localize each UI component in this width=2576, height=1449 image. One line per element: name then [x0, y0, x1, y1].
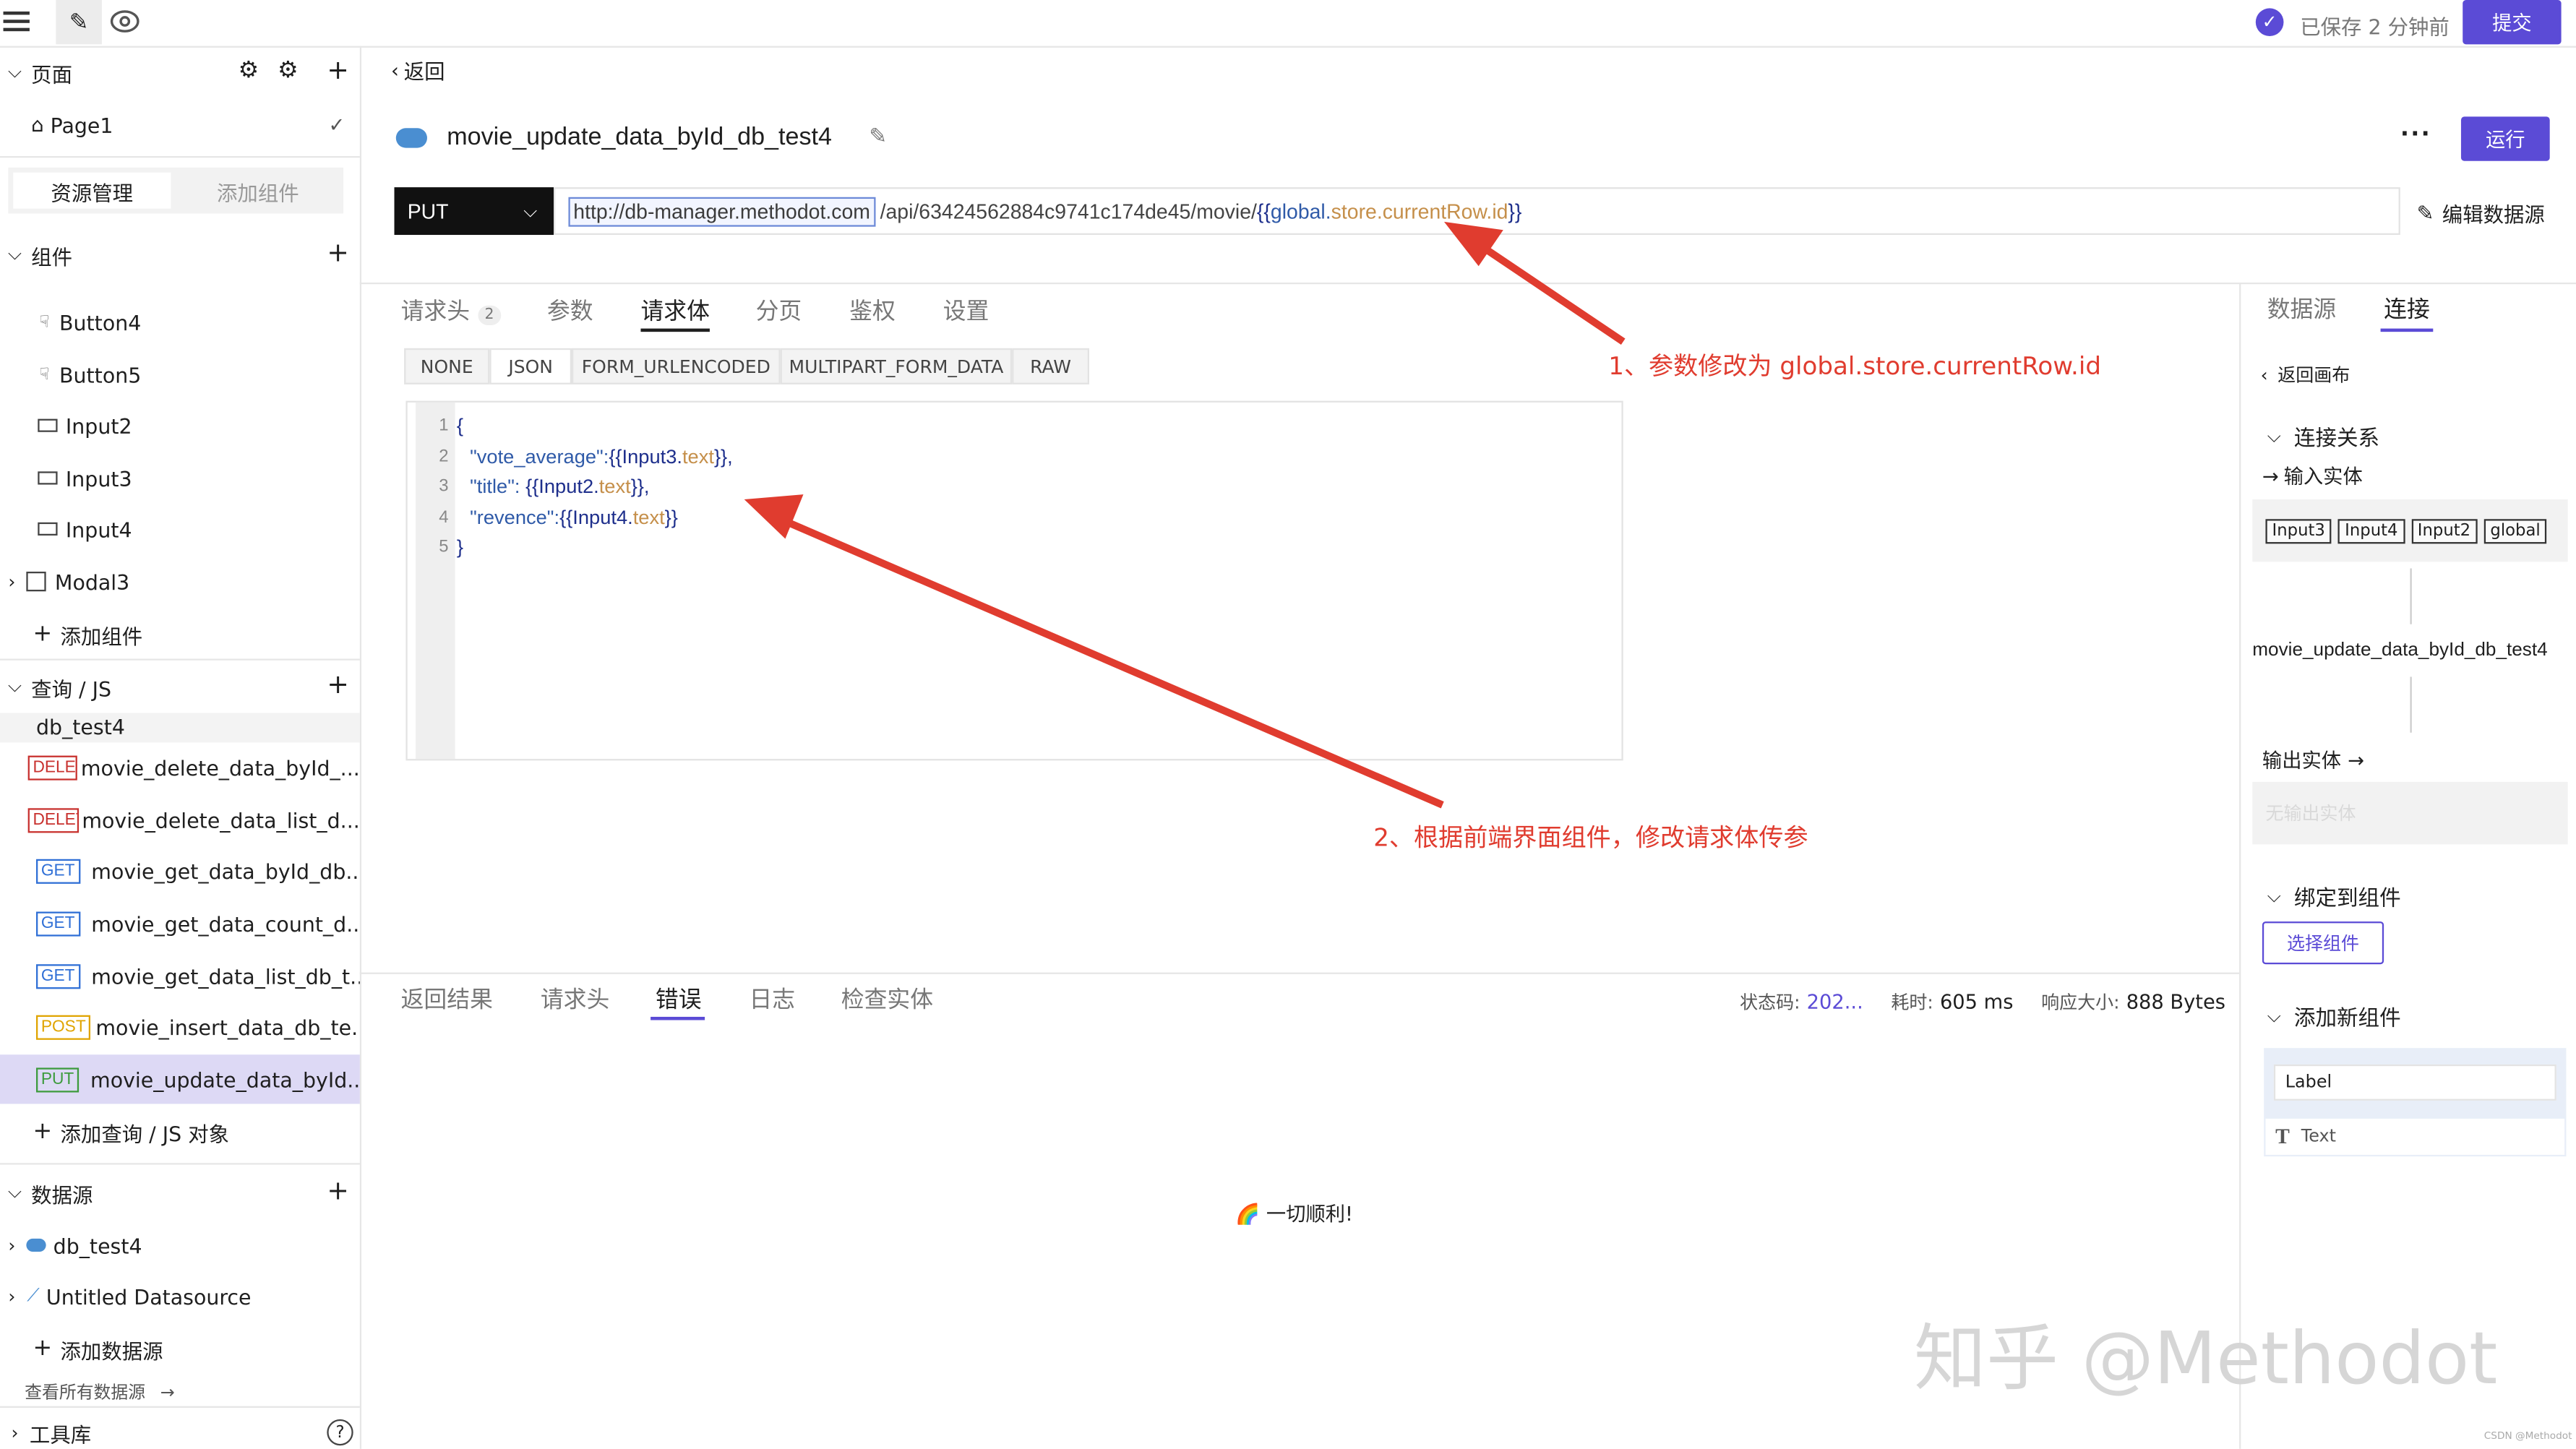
input-chip-input2[interactable]: Input2	[2410, 518, 2478, 543]
back-to-canvas-link[interactable]: ‹ 返回画布	[2261, 361, 2350, 387]
success-message: 🌈 一切顺利!	[1235, 1202, 1353, 1226]
time-label: 耗时:	[1891, 992, 1933, 1014]
result-tab-headers[interactable]: 请求头	[541, 982, 609, 1015]
arrow-right-icon: →	[2262, 464, 2279, 487]
watermark: 知乎 @Methodot	[1914, 1317, 2498, 1401]
annotation-arrows	[744, 221, 1626, 809]
annotation-text-1: 1、参数修改为 global.store.currentRow.id	[1608, 351, 2101, 382]
relations-section-header[interactable]: ⌵ 连接关系	[2267, 421, 2379, 452]
result-tab-inspect[interactable]: 检查实体	[841, 982, 933, 1015]
right-tab-connections[interactable]: 连接	[2384, 293, 2430, 325]
result-tab-errors[interactable]: 错误	[656, 982, 702, 1015]
text-type-icon: T	[2275, 1123, 2290, 1148]
connector-line-bottom	[2410, 676, 2412, 733]
right-tab-datasource[interactable]: 数据源	[2267, 293, 2336, 325]
time-value: 605 ms	[1939, 990, 2014, 1014]
relation-query-name: movie_update_data_byId_db_test4	[2252, 640, 2548, 661]
output-entity-text: 输出实体	[2262, 749, 2342, 773]
status-value: 202...	[1806, 990, 1863, 1014]
input-chip-global[interactable]: global	[2483, 518, 2547, 543]
size-label: 响应大小:	[2041, 992, 2120, 1014]
input-chip-input4[interactable]: Input4	[2338, 518, 2405, 543]
chevron-down-icon: ⌵	[2267, 424, 2281, 447]
annotation-arrow-1	[1464, 233, 1626, 345]
chevron-down-icon: ⌵	[2267, 885, 2281, 906]
result-tab-logs[interactable]: 日志	[749, 982, 795, 1015]
new-component-label-text: Label	[2285, 1072, 2332, 1093]
result-tab-errors-underline	[651, 1016, 705, 1020]
result-divider	[359, 972, 2240, 974]
annotation-arrow-2	[767, 510, 1444, 809]
new-component-label[interactable]: Label	[2273, 1064, 2556, 1101]
new-component-text-label: Text	[2301, 1127, 2337, 1147]
annotation-text-2: 2、根据前端界面组件，修改请求体传参	[1373, 822, 1808, 853]
output-entity-label: 输出实体 →	[2262, 746, 2364, 774]
watermark-small: CSDN @Methodot	[2483, 1430, 2572, 1442]
new-component-text[interactable]: T Text	[2265, 1118, 2565, 1155]
output-entity-box: 无输出实体	[2252, 781, 2568, 845]
bind-title: 绑定到组件	[2293, 887, 2401, 912]
bind-section-header[interactable]: ⌵ 绑定到组件	[2267, 880, 2401, 912]
input-entity-box: Input3 Input4 Input2 global	[2252, 499, 2568, 562]
input-chip-input3[interactable]: Input3	[2265, 518, 2332, 543]
arrow-right-icon: →	[2348, 748, 2365, 772]
annotation-arrowhead-1	[1443, 221, 1503, 267]
input-entity-text: 输入实体	[2283, 465, 2363, 489]
response-meta: 状态码: 202... 耗时: 605 ms 响应大小: 888 Bytes	[1740, 989, 2225, 1015]
status-label: 状态码:	[1740, 992, 1800, 1014]
size-value: 888 Bytes	[2126, 990, 2225, 1014]
add-new-title: 添加新组件	[2293, 1007, 2401, 1032]
relations-title: 连接关系	[2293, 426, 2380, 452]
add-new-section-header[interactable]: ⌵ 添加新组件	[2267, 1000, 2401, 1032]
select-component-button[interactable]: 选择组件	[2262, 921, 2384, 965]
result-tab-response[interactable]: 返回结果	[401, 982, 493, 1015]
chevron-left-icon: ‹	[2260, 364, 2268, 386]
annotation-arrowhead-2	[744, 494, 804, 539]
no-output-text: 无输出实体	[2265, 803, 2356, 825]
back-canvas-label: 返回画布	[2277, 364, 2350, 387]
chevron-down-icon: ⌵	[2267, 1004, 2281, 1026]
right-tab-underline	[2380, 328, 2434, 332]
connector-line-top	[2410, 568, 2412, 624]
input-entity-label: → 输入实体	[2262, 462, 2363, 490]
